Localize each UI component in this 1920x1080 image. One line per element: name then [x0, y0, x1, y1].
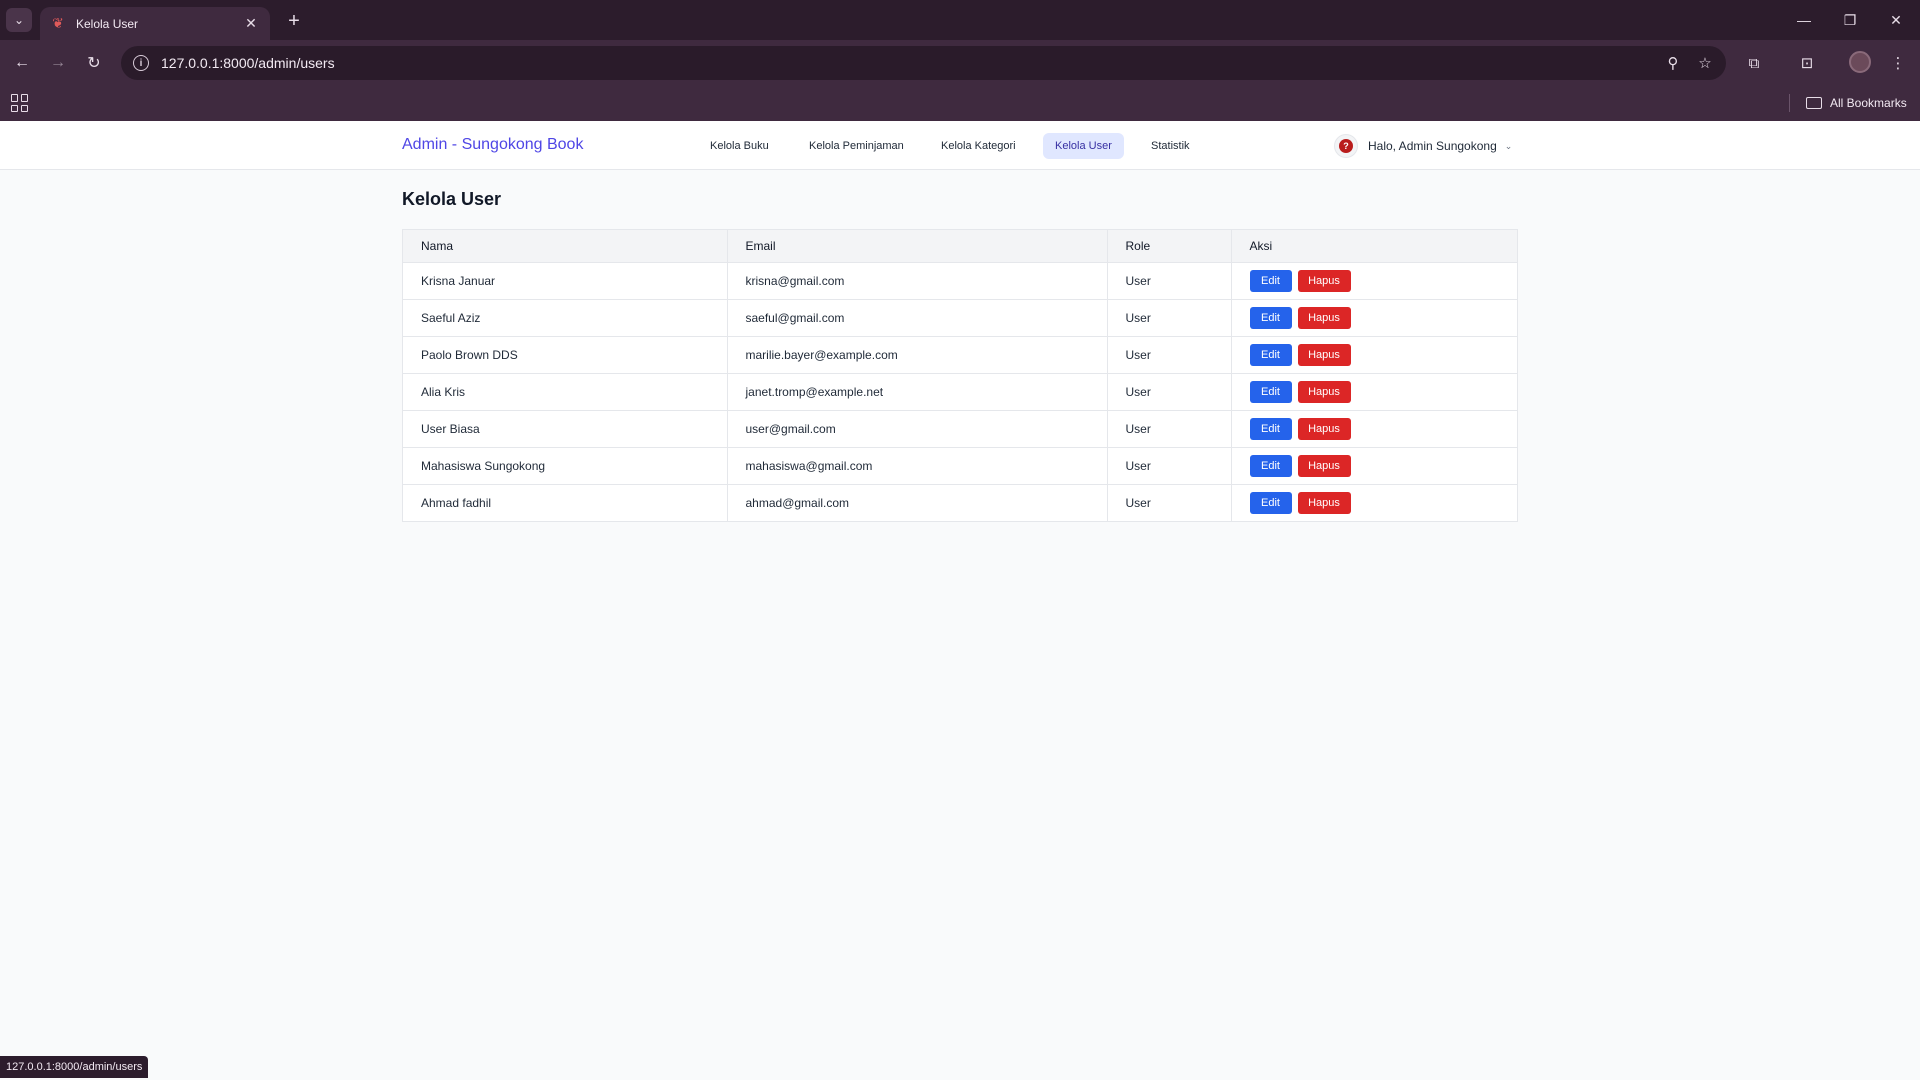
cell-email: janet.tromp@example.net [727, 373, 1108, 411]
app-navbar: Admin - Sungokong Book Kelola Buku Kelol… [0, 121, 1920, 170]
address-bar-row: ← → ↻ i 127.0.0.1:8000/admin/users ⚲ ☆ ⧉… [0, 40, 1920, 85]
bookmark-star-icon[interactable]: ☆ [1696, 54, 1714, 72]
cell-role: User [1107, 484, 1232, 521]
edit-button[interactable]: Edit [1249, 380, 1292, 403]
table-row: Krisna Januar krisna@gmail.com User Edit Hap… [403, 262, 1517, 300]
brand-link[interactable]: Admin - Sungokong Book [402, 136, 583, 154]
nav-kelola-peminjaman[interactable]: Kelola Peminjaman [797, 133, 916, 159]
restore-icon[interactable]: ❐ [1835, 8, 1865, 32]
table-row: Alia Kris janet.tromp@example.net User Edit… [403, 373, 1517, 411]
table-row: User Biasa user@gmail.com User Edit Hapus [403, 410, 1517, 448]
cell-name: Alia Kris [403, 373, 728, 411]
reload-icon[interactable]: ↻ [83, 52, 105, 74]
zoom-icon[interactable]: ⚲ [1664, 54, 1682, 72]
table-row: Saeful Aziz saeful@gmail.com User Edit Hapus [403, 299, 1517, 337]
user-avatar: ? [1334, 134, 1358, 158]
cell-actions: Edit Hapus [1231, 410, 1517, 448]
close-window-icon[interactable]: ✕ [1881, 8, 1911, 32]
nav-kelola-user[interactable]: Kelola User [1043, 133, 1124, 159]
cell-role: User [1107, 373, 1232, 411]
browser-chrome: ⌄ ❦ Kelola User ✕ + — ❐ ✕ ← → ↻ i 127.0.… [0, 0, 1920, 121]
tab-search-icon[interactable]: ⌄ [6, 8, 32, 32]
screenshot-icon[interactable]: ⊡ [1796, 52, 1818, 74]
cell-role: User [1107, 262, 1232, 300]
nav-kelola-kategori[interactable]: Kelola Kategori [929, 133, 1028, 159]
cell-email: krisna@gmail.com [727, 262, 1108, 300]
column-header-role: Role [1107, 230, 1232, 263]
tab-bar: ⌄ ❦ Kelola User ✕ + — ❐ ✕ [0, 0, 1920, 40]
laravel-favicon-icon: ❦ [52, 15, 64, 31]
edit-button[interactable]: Edit [1249, 306, 1292, 329]
table-header-row: Nama Email Role Aksi [403, 230, 1517, 263]
all-bookmarks-label: All Bookmarks [1830, 96, 1907, 110]
column-header-email: Email [727, 230, 1108, 263]
edit-button[interactable]: Edit [1249, 491, 1292, 514]
delete-button[interactable]: Hapus [1297, 417, 1351, 440]
url-text[interactable]: 127.0.0.1:8000/admin/users [161, 55, 335, 71]
nav-kelola-buku[interactable]: Kelola Buku [698, 133, 781, 159]
users-table: Nama Email Role Aksi Krisna Januar krisna… [402, 229, 1518, 522]
cell-role: User [1107, 299, 1232, 337]
delete-button[interactable]: Hapus [1297, 491, 1351, 514]
minimize-icon[interactable]: — [1789, 8, 1819, 32]
new-tab-icon[interactable]: + [282, 9, 306, 33]
page-title: Kelola User [402, 189, 502, 209]
user-greeting: Halo, Admin Sungokong [1368, 139, 1497, 153]
cell-actions: Edit Hapus [1231, 262, 1517, 300]
delete-button[interactable]: Hapus [1297, 454, 1351, 477]
bookmarks-divider [1789, 94, 1790, 112]
cell-name: Saeful Aziz [403, 299, 728, 337]
status-bar-url: 127.0.0.1:8000/admin/users [0, 1056, 149, 1078]
all-bookmarks-button[interactable]: All Bookmarks [1806, 94, 1907, 112]
site-info-icon[interactable]: i [133, 55, 149, 71]
profile-avatar[interactable] [1849, 51, 1871, 73]
cell-role: User [1107, 336, 1232, 374]
cell-actions: Edit Hapus [1231, 447, 1517, 485]
edit-button[interactable]: Edit [1249, 417, 1292, 440]
column-header-nama: Nama [403, 230, 728, 263]
user-menu[interactable]: ? Halo, Admin Sungokong ⌄ [1334, 133, 1512, 159]
cell-name: Ahmad fadhil [403, 484, 728, 521]
cell-email: saeful@gmail.com [727, 299, 1108, 337]
cell-role: User [1107, 447, 1232, 485]
cell-email: marilie.bayer@example.com [727, 336, 1108, 374]
table-row: Ahmad fadhil ahmad@gmail.com User Edit Hapus [403, 484, 1517, 521]
cell-name: Krisna Januar [403, 262, 728, 300]
cell-name: User Biasa [403, 410, 728, 448]
cell-name: Mahasiswa Sungokong [403, 447, 728, 485]
question-icon: ? [1339, 139, 1353, 153]
apps-grid-icon[interactable] [11, 94, 29, 112]
table-row: Mahasiswa Sungokong mahasiswa@gmail.com Us… [403, 447, 1517, 485]
chevron-down-icon: ⌄ [1504, 140, 1513, 151]
table-row: Paolo Brown DDS marilie.bayer@example.com… [403, 336, 1517, 374]
cell-email: user@gmail.com [727, 410, 1108, 448]
back-icon[interactable]: ← [11, 52, 33, 74]
address-bar[interactable]: i 127.0.0.1:8000/admin/users ⚲ ☆ [121, 46, 1726, 80]
delete-button[interactable]: Hapus [1297, 306, 1351, 329]
cell-name: Paolo Brown DDS [403, 336, 728, 374]
cell-email: mahasiswa@gmail.com [727, 447, 1108, 485]
column-header-aksi: Aksi [1231, 230, 1517, 263]
cell-actions: Edit Hapus [1231, 373, 1517, 411]
cell-email: ahmad@gmail.com [727, 484, 1108, 521]
close-tab-icon[interactable]: ✕ [242, 15, 260, 32]
delete-button[interactable]: Hapus [1297, 380, 1351, 403]
edit-button[interactable]: Edit [1249, 454, 1292, 477]
cell-actions: Edit Hapus [1231, 299, 1517, 337]
cell-role: User [1107, 410, 1232, 448]
bookmarks-bar: All Bookmarks [0, 85, 1920, 121]
browser-tab[interactable]: ❦ Kelola User ✕ [40, 7, 270, 40]
delete-button[interactable]: Hapus [1297, 343, 1351, 366]
nav-statistik[interactable]: Statistik [1139, 133, 1202, 159]
tab-title: Kelola User [76, 16, 139, 31]
edit-button[interactable]: Edit [1249, 343, 1292, 366]
delete-button[interactable]: Hapus [1297, 269, 1351, 292]
forward-icon[interactable]: → [47, 52, 69, 74]
cell-actions: Edit Hapus [1231, 336, 1517, 374]
menu-kebab-icon[interactable]: ⋮ [1887, 52, 1909, 74]
edit-button[interactable]: Edit [1249, 269, 1292, 292]
cell-actions: Edit Hapus [1231, 484, 1517, 521]
extensions-icon[interactable]: ⧉ [1743, 52, 1765, 74]
folder-icon [1806, 97, 1822, 109]
